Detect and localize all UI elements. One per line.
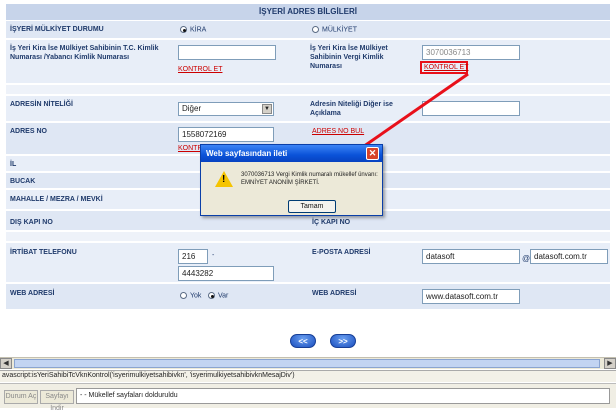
close-icon[interactable]: ✕ [366, 147, 379, 160]
browser-status-line: avascript:isYeriSahibiTcVknKontrol('isye… [0, 370, 616, 382]
form-frame: İŞYERİ ADRES BİLGİLERİ İŞYERİ MÜLKİYET D… [0, 0, 616, 412]
dialog-message: 3070036713 Vergi Kimlik numaralı mükelle… [241, 172, 378, 186]
warning-icon: ! [215, 171, 233, 187]
scroll-right-icon[interactable]: ▶ [604, 358, 616, 369]
download-page-button[interactable]: Sayfayı İndir [40, 390, 74, 412]
open-status-button[interactable]: Durum Aç [4, 390, 38, 404]
status-message: - - Mükellef sayfaları dolduruldu [76, 388, 610, 404]
bottom-toolbar: Durum Aç Sayfayı İndir - - Mükellef sayf… [0, 383, 616, 412]
dialog-title: Web sayfasından ileti [201, 145, 382, 162]
alert-dialog: Web sayfasından ileti ✕ ! 3070036713 Ver… [200, 144, 383, 216]
scroll-left-icon[interactable]: ◀ [0, 358, 12, 369]
ok-button[interactable]: Tamam [288, 200, 336, 213]
horizontal-scrollbar[interactable]: ◀ ▶ [0, 357, 616, 369]
scroll-thumb[interactable] [14, 359, 600, 368]
